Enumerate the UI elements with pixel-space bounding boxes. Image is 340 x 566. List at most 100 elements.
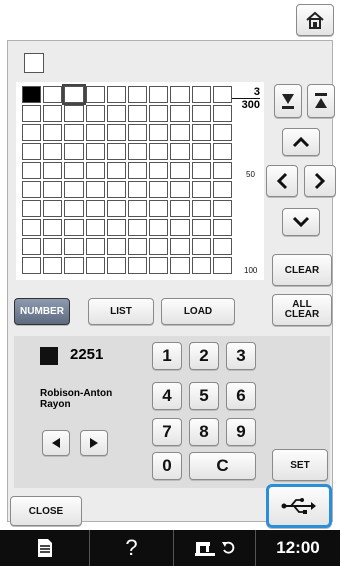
palette-cell[interactable] xyxy=(212,219,232,236)
palette-cell[interactable] xyxy=(64,238,84,255)
palette-cell[interactable] xyxy=(85,200,105,217)
palette-cell[interactable] xyxy=(85,257,105,274)
palette-cell[interactable] xyxy=(212,162,232,179)
cursor-up-button[interactable] xyxy=(282,128,320,156)
key-2[interactable]: 2 xyxy=(189,342,219,370)
palette-cell[interactable] xyxy=(212,86,232,103)
palette-cell[interactable] xyxy=(106,162,126,179)
cursor-right-button[interactable] xyxy=(304,165,336,197)
palette-cell[interactable] xyxy=(128,124,148,141)
palette-cell[interactable] xyxy=(64,257,84,274)
palette-cell[interactable] xyxy=(170,124,190,141)
palette-cell[interactable] xyxy=(22,238,42,255)
tab-load[interactable]: LOAD xyxy=(161,298,235,325)
key-4[interactable]: 4 xyxy=(152,382,182,410)
palette-cell[interactable] xyxy=(149,257,169,274)
palette-cell[interactable] xyxy=(212,181,232,198)
palette-cell[interactable] xyxy=(128,238,148,255)
close-button[interactable]: CLOSE xyxy=(10,496,82,526)
palette-cell[interactable] xyxy=(191,162,211,179)
key-8[interactable]: 8 xyxy=(189,418,219,446)
palette-cell[interactable] xyxy=(128,257,148,274)
palette-cell[interactable] xyxy=(64,200,84,217)
palette-cell[interactable] xyxy=(149,162,169,179)
palette-cell[interactable] xyxy=(22,124,42,141)
key-6[interactable]: 6 xyxy=(226,382,256,410)
document-button[interactable] xyxy=(0,530,90,566)
palette-cell[interactable] xyxy=(43,219,63,236)
usb-button[interactable] xyxy=(266,484,332,528)
palette-cell[interactable] xyxy=(43,105,63,122)
palette-cell[interactable] xyxy=(149,86,169,103)
palette-cell[interactable] xyxy=(43,181,63,198)
palette-cell[interactable] xyxy=(64,181,84,198)
palette-cell[interactable] xyxy=(128,86,148,103)
set-button[interactable]: SET xyxy=(272,449,328,481)
palette-cell[interactable] xyxy=(170,181,190,198)
palette-cell[interactable] xyxy=(85,238,105,255)
palette-cell[interactable] xyxy=(128,105,148,122)
palette-cell[interactable] xyxy=(149,200,169,217)
palette-cell[interactable] xyxy=(149,124,169,141)
palette-cell[interactable] xyxy=(43,162,63,179)
palette-cell[interactable] xyxy=(43,124,63,141)
palette-cell[interactable] xyxy=(43,200,63,217)
palette-cell[interactable] xyxy=(64,219,84,236)
palette-cell[interactable] xyxy=(128,181,148,198)
cursor-down-button[interactable] xyxy=(282,208,320,236)
palette-grid[interactable] xyxy=(22,84,232,274)
help-button[interactable]: ? xyxy=(90,530,174,566)
palette-cell[interactable] xyxy=(212,105,232,122)
palette-cell[interactable] xyxy=(128,162,148,179)
palette-cell[interactable] xyxy=(43,86,63,103)
palette-cell[interactable] xyxy=(22,105,42,122)
palette-cell[interactable] xyxy=(64,143,84,160)
palette-cell[interactable] xyxy=(128,200,148,217)
key-9[interactable]: 9 xyxy=(226,418,256,446)
all-clear-button[interactable]: ALL CLEAR xyxy=(272,294,332,326)
palette-cell[interactable] xyxy=(191,181,211,198)
palette-cell[interactable] xyxy=(191,86,211,103)
palette-cell[interactable] xyxy=(128,219,148,236)
key-3[interactable]: 3 xyxy=(226,342,256,370)
key-7[interactable]: 7 xyxy=(152,418,182,446)
palette-cell[interactable] xyxy=(22,200,42,217)
palette-cell[interactable] xyxy=(22,181,42,198)
palette-cell[interactable] xyxy=(106,143,126,160)
palette-cell[interactable] xyxy=(212,124,232,141)
palette-cell[interactable] xyxy=(149,219,169,236)
tab-number[interactable]: NUMBER xyxy=(14,298,70,325)
palette-cell[interactable] xyxy=(149,181,169,198)
palette-cell[interactable] xyxy=(191,219,211,236)
key-0[interactable]: 0 xyxy=(152,452,182,480)
palette-cell[interactable] xyxy=(106,105,126,122)
palette-cell[interactable] xyxy=(64,105,84,122)
palette-cell[interactable] xyxy=(22,162,42,179)
palette-cell[interactable] xyxy=(106,257,126,274)
palette-cell[interactable] xyxy=(22,86,42,103)
palette-cell[interactable] xyxy=(22,219,42,236)
palette-cell[interactable] xyxy=(43,143,63,160)
palette-cell[interactable] xyxy=(191,124,211,141)
palette-cell[interactable] xyxy=(212,238,232,255)
palette-cell[interactable] xyxy=(106,219,126,236)
palette-cell[interactable] xyxy=(106,200,126,217)
palette-cell[interactable] xyxy=(212,143,232,160)
palette-cell[interactable] xyxy=(170,86,190,103)
palette-cell[interactable] xyxy=(106,181,126,198)
palette-cell[interactable] xyxy=(149,238,169,255)
palette-cell[interactable] xyxy=(22,257,42,274)
key-1[interactable]: 1 xyxy=(152,342,182,370)
palette-cell[interactable] xyxy=(191,105,211,122)
palette-cell[interactable] xyxy=(62,84,86,105)
palette-cell[interactable] xyxy=(85,181,105,198)
page-down-button[interactable] xyxy=(274,84,302,118)
palette-cell[interactable] xyxy=(191,257,211,274)
palette-cell[interactable] xyxy=(170,257,190,274)
palette-cell[interactable] xyxy=(170,219,190,236)
palette-cell[interactable] xyxy=(85,86,105,103)
palette-cell[interactable] xyxy=(170,105,190,122)
palette-cell[interactable] xyxy=(85,162,105,179)
palette-cell[interactable] xyxy=(85,124,105,141)
key-5[interactable]: 5 xyxy=(189,382,219,410)
